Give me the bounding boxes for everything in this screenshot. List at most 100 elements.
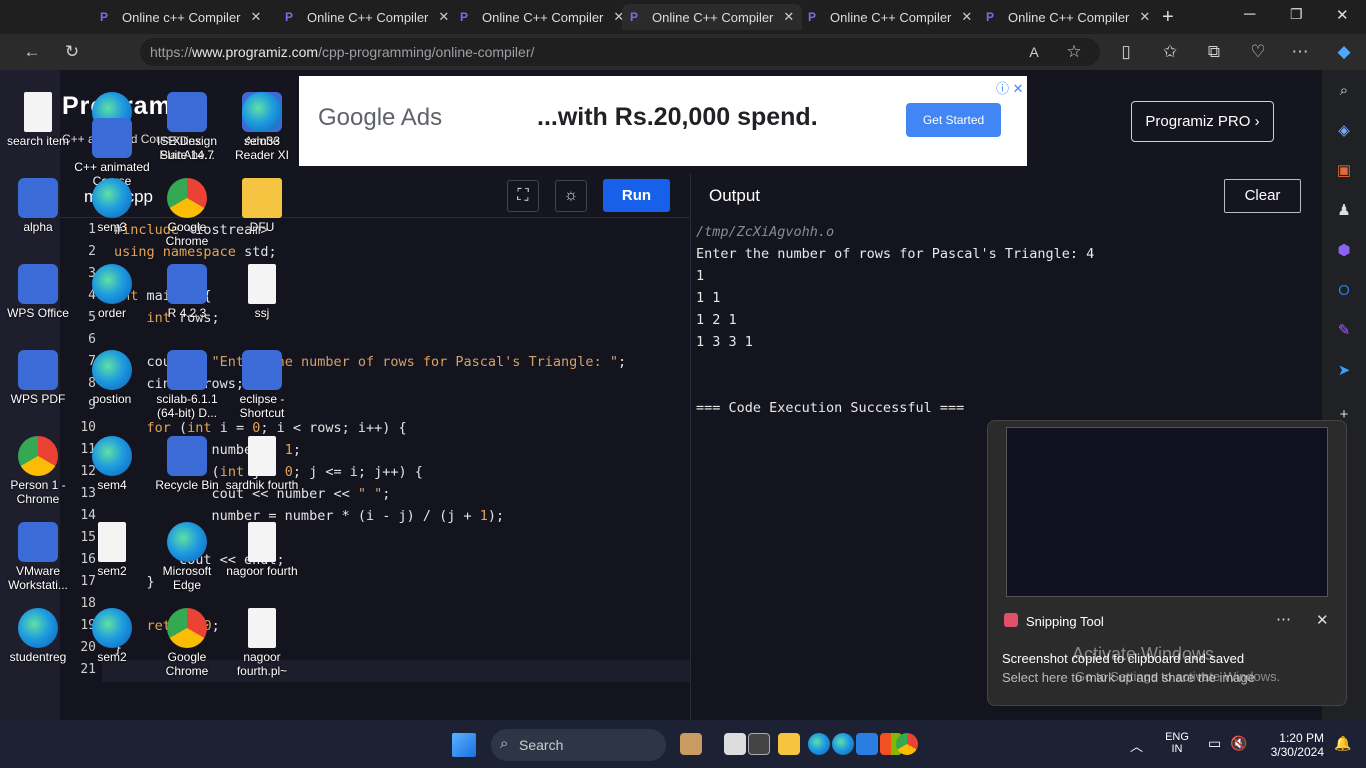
- edge-taskbar-icon[interactable]: [808, 733, 830, 755]
- volume-icon[interactable]: 🔇: [1230, 735, 1247, 752]
- outlook-icon[interactable]: O: [1333, 280, 1355, 302]
- chrome-taskbar-icon[interactable]: [896, 733, 918, 755]
- desktop-icon[interactable]: sem4: [74, 436, 150, 492]
- desktop-icon[interactable]: eclipse - Shortcut: [224, 350, 300, 420]
- send-icon[interactable]: ➤: [1333, 360, 1355, 382]
- tools-icon[interactable]: ▣: [1333, 160, 1355, 182]
- desktop-icon[interactable]: ssj: [224, 264, 300, 320]
- desktop-icon[interactable]: sem2: [74, 522, 150, 578]
- store-icon[interactable]: [856, 733, 878, 755]
- more-menu-icon[interactable]: ⋯: [1288, 40, 1312, 64]
- extensions-icon[interactable]: ♡: [1246, 40, 1270, 64]
- designer-icon[interactable]: ✎: [1333, 320, 1355, 342]
- minimize-icon[interactable]: ─: [1244, 6, 1255, 24]
- terminal-icon[interactable]: [748, 733, 770, 755]
- edge-taskbar-icon[interactable]: [832, 733, 854, 755]
- desktop-icon[interactable]: order: [74, 264, 150, 320]
- favorites-icon[interactable]: ✩: [1158, 40, 1182, 64]
- start-icon[interactable]: [452, 733, 476, 757]
- favorite-star-icon[interactable]: ☆: [1062, 40, 1086, 64]
- network-icon[interactable]: ▭: [1208, 735, 1221, 752]
- browser-tab[interactable]: P Online C++ Compiler ✕: [277, 4, 457, 30]
- notification-bell-icon[interactable]: 🔔: [1334, 735, 1351, 752]
- desktop-icon[interactable]: sardhik fourth: [224, 436, 300, 492]
- desktop-icon-label: DFU: [249, 220, 275, 234]
- desktop-icon[interactable]: WPS PDF: [0, 350, 76, 406]
- browser-tab[interactable]: P Online c++ Compiler ✕: [92, 4, 269, 30]
- desktop-icon[interactable]: Person 1 - Chrome: [0, 436, 76, 506]
- person-icon[interactable]: ♟: [1333, 200, 1355, 222]
- collections-icon[interactable]: ⧉: [1202, 40, 1226, 64]
- desktop-app-icon: [18, 522, 58, 562]
- back-icon[interactable]: ←: [20, 40, 44, 64]
- desktop-icon[interactable]: Google Chrome: [149, 178, 225, 248]
- desktop-icon[interactable]: WPS Office: [0, 264, 76, 320]
- tray-chevron-icon[interactable]: ︿: [1130, 736, 1143, 755]
- new-tab-icon[interactable]: +: [1162, 6, 1174, 29]
- desktop-app-icon: [167, 522, 207, 562]
- search-icon: ⌕: [500, 735, 509, 752]
- desktop-icon[interactable]: nagoor fourth: [224, 522, 300, 578]
- activate-windows-sub: Go to Settings to activate Windows.: [1075, 669, 1281, 684]
- tag-icon[interactable]: ◈: [1333, 120, 1355, 142]
- file-explorer-icon[interactable]: [778, 733, 800, 755]
- close-tab-icon[interactable]: ✕: [783, 9, 794, 25]
- browser-tab[interactable]: P Online C++ Compiler ✕: [452, 4, 632, 30]
- notification-close-icon[interactable]: ✕: [1316, 611, 1329, 629]
- close-tab-icon[interactable]: ✕: [438, 9, 449, 25]
- close-tab-icon[interactable]: ✕: [1139, 9, 1150, 25]
- run-button[interactable]: Run: [603, 179, 670, 212]
- split-screen-icon[interactable]: ▯: [1114, 40, 1138, 64]
- google-ads-logo: Google Ads: [318, 104, 443, 131]
- desktop-icon[interactable]: Microsoft Edge: [149, 522, 225, 592]
- desktop-icon[interactable]: ISE Design Suite 14.7: [149, 92, 225, 162]
- programiz-pro-button[interactable]: Programiz PRO ›: [1131, 101, 1274, 142]
- desktop-icon[interactable]: scilab-6.1.1 (64-bit) D...: [149, 350, 225, 420]
- ad-get-started-button[interactable]: Get Started: [906, 103, 1001, 137]
- language-indicator[interactable]: ENG IN: [1162, 731, 1192, 755]
- close-tab-icon[interactable]: ✕: [961, 9, 972, 25]
- widgets-icon[interactable]: [680, 733, 702, 755]
- taskbar-search[interactable]: Search: [491, 729, 666, 761]
- read-aloud-icon[interactable]: A: [1022, 40, 1046, 64]
- screenshot-preview[interactable]: [1006, 427, 1328, 597]
- desktop-icon[interactable]: Recycle Bin: [149, 436, 225, 492]
- desktop-app-icon: [248, 264, 276, 304]
- url-bar[interactable]: https://www.programiz.com/cpp-programmin…: [140, 38, 1100, 66]
- programiz-favicon-icon: P: [986, 10, 995, 24]
- task-view-icon[interactable]: [724, 733, 746, 755]
- desktop-icon[interactable]: sem3: [74, 178, 150, 234]
- desktop-icon[interactable]: sem33: [224, 92, 300, 148]
- copilot-icon[interactable]: ◆: [1332, 40, 1356, 64]
- close-tab-icon[interactable]: ✕: [251, 9, 262, 25]
- search-icon[interactable]: ⌕: [1333, 80, 1355, 102]
- desktop-icon-label: R 4.2.3: [167, 306, 207, 320]
- desktop-icon[interactable]: DFU: [224, 178, 300, 234]
- desktop-icon[interactable]: R 4.2.3: [149, 264, 225, 320]
- copilot-app-icon[interactable]: ⬢: [1333, 240, 1355, 262]
- refresh-icon[interactable]: ↻: [60, 40, 84, 64]
- desktop-icon[interactable]: postion: [74, 350, 150, 406]
- ad-info-icon[interactable]: ⓘ ✕: [996, 78, 1024, 97]
- browser-tab-active[interactable]: P Online C++ Compiler ✕: [622, 4, 803, 30]
- desktop-icon[interactable]: search item: [0, 92, 76, 148]
- clear-button[interactable]: Clear: [1224, 179, 1301, 213]
- restore-icon[interactable]: ❐: [1290, 6, 1303, 23]
- browser-tab[interactable]: P Online C++ Compiler ✕: [978, 4, 1158, 30]
- theme-toggle-icon[interactable]: ☼: [555, 180, 587, 212]
- notification-more-icon[interactable]: ⋯: [1276, 610, 1291, 628]
- desktop-icon[interactable]: nagoor fourth.pl~: [224, 608, 300, 678]
- desktop-icon[interactable]: alpha: [0, 178, 76, 234]
- desktop-icon[interactable]: sem2: [74, 608, 150, 664]
- desktop-icon[interactable]: studentreg: [0, 608, 76, 664]
- clock[interactable]: 1:20 PM 3/30/2024: [1262, 731, 1324, 759]
- desktop-icon[interactable]: Google Chrome: [149, 608, 225, 678]
- desktop-icon-label: Google Chrome: [165, 650, 209, 678]
- close-window-icon[interactable]: ✕: [1336, 6, 1349, 24]
- browser-tab[interactable]: P Online C++ Compiler ✕: [800, 4, 980, 30]
- desktop-icon-label: eclipse - Shortcut: [239, 392, 285, 420]
- fullscreen-icon[interactable]: ⛶: [507, 180, 539, 212]
- line-number: 10: [80, 420, 96, 435]
- output-path: /tmp/ZcXiAgvohh.o: [696, 224, 835, 240]
- desktop-icon[interactable]: VMware Workstati...: [0, 522, 76, 592]
